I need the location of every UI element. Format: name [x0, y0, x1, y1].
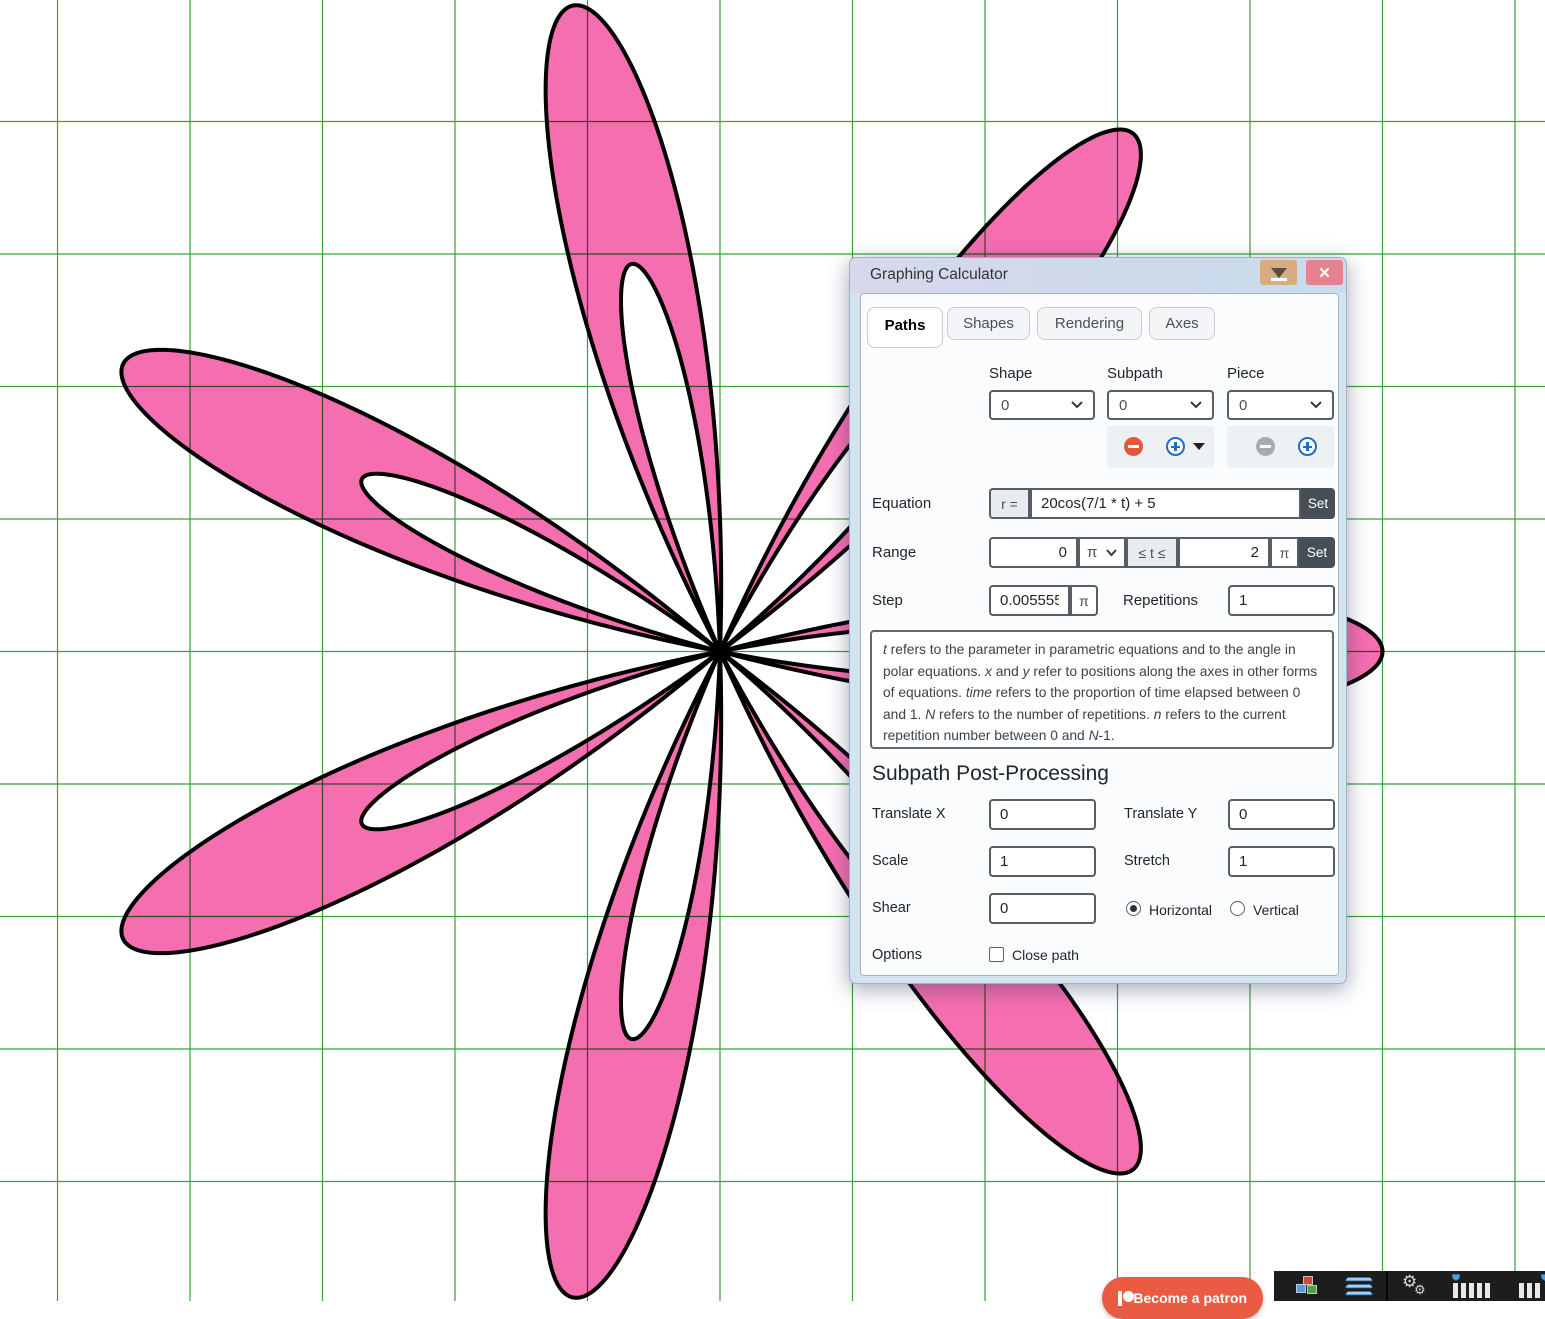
- translate-x-input[interactable]: [989, 799, 1096, 830]
- horizontal-label: Horizontal: [1149, 902, 1212, 918]
- subpath-label: Subpath: [1107, 365, 1163, 382]
- range-label: Range: [872, 544, 916, 561]
- chevron-down-icon: [1190, 401, 1202, 409]
- piece-select-value: 0: [1239, 397, 1247, 414]
- range-min-input[interactable]: [989, 537, 1078, 568]
- close-path-checkbox[interactable]: [989, 947, 1004, 962]
- shape-label: Shape: [989, 365, 1032, 382]
- dialog-titlebar[interactable]: Graphing Calculator ✕: [850, 258, 1346, 293]
- translate-y-input[interactable]: [1228, 799, 1335, 830]
- piano-keys-icon-partial[interactable]: [1518, 1274, 1545, 1298]
- dialog-title: Graphing Calculator: [870, 266, 1008, 284]
- range-set-button[interactable]: Set: [1299, 537, 1335, 568]
- scale-input[interactable]: [989, 846, 1096, 877]
- range-between-label: ≤ t ≤: [1126, 537, 1178, 568]
- patreon-icon: [1118, 1291, 1124, 1306]
- piece-select[interactable]: 0: [1227, 390, 1334, 420]
- add-piece-button[interactable]: [1298, 437, 1317, 456]
- dialog-panel: Paths Shapes Rendering Axes Shape Subpat…: [860, 293, 1339, 976]
- vertical-radio[interactable]: [1230, 901, 1245, 916]
- post-processing-heading: Subpath Post-Processing: [872, 762, 1109, 786]
- shape-select[interactable]: 0: [989, 390, 1095, 420]
- equation-label: Equation: [872, 495, 931, 512]
- stretch-input[interactable]: [1228, 846, 1335, 877]
- app-canvas: Graphing Calculator ✕ Paths Shapes Rende…: [0, 0, 1545, 1301]
- shear-input[interactable]: [989, 893, 1096, 924]
- stretch-label: Stretch: [1124, 853, 1170, 869]
- subpath-select[interactable]: 0: [1107, 390, 1214, 420]
- add-subpath-menu-caret[interactable]: [1193, 443, 1205, 450]
- step-unit: π: [1070, 585, 1098, 616]
- chevron-down-icon: [1071, 401, 1083, 409]
- piece-label: Piece: [1227, 365, 1265, 382]
- range-min-unit-value: π: [1087, 544, 1097, 561]
- collapse-button[interactable]: [1260, 260, 1297, 285]
- range-max-unit: π: [1270, 537, 1299, 568]
- toolbar-divider: [1386, 1271, 1388, 1301]
- tab-shapes[interactable]: Shapes: [947, 307, 1030, 340]
- scale-label: Scale: [872, 853, 908, 869]
- repetitions-input[interactable]: [1228, 585, 1335, 616]
- close-icon: ✕: [1318, 264, 1331, 282]
- piano-keys-icon[interactable]: [1452, 1274, 1492, 1298]
- cubes-icon[interactable]: [1296, 1276, 1318, 1295]
- chevron-down-icon: [1106, 549, 1117, 557]
- remove-subpath-button[interactable]: [1124, 437, 1143, 456]
- repetitions-label: Repetitions: [1123, 592, 1198, 609]
- options-label: Options: [872, 947, 922, 963]
- translate-y-label: Translate Y: [1124, 806, 1197, 822]
- equation-set-button[interactable]: Set: [1301, 488, 1335, 519]
- become-a-patron-button[interactable]: Become a patron: [1102, 1277, 1263, 1319]
- graphing-calculator-dialog: Graphing Calculator ✕ Paths Shapes Rende…: [849, 257, 1347, 984]
- remove-piece-button[interactable]: [1256, 437, 1275, 456]
- shape-select-value: 0: [1001, 397, 1009, 414]
- step-input[interactable]: [989, 585, 1070, 616]
- vertical-label: Vertical: [1253, 902, 1299, 918]
- add-subpath-button[interactable]: [1166, 437, 1185, 456]
- tab-paths[interactable]: Paths: [867, 307, 943, 348]
- collapse-funnel-icon: [1271, 268, 1287, 278]
- step-label: Step: [872, 592, 903, 609]
- bottom-toolbar: ⚙ ⚙: [1274, 1271, 1545, 1301]
- patron-button-label: Become a patron: [1133, 1290, 1247, 1306]
- tab-axes[interactable]: Axes: [1149, 307, 1215, 340]
- horizontal-radio[interactable]: [1126, 901, 1141, 916]
- subpath-actions: [1107, 426, 1214, 468]
- shear-label: Shear: [872, 900, 911, 916]
- piece-actions: [1227, 426, 1334, 468]
- layers-icon[interactable]: [1346, 1275, 1372, 1297]
- close-path-label: Close path: [1012, 947, 1079, 963]
- subpath-select-value: 0: [1119, 397, 1127, 414]
- chevron-down-icon: [1310, 401, 1322, 409]
- parameter-help-text: t refers to the parameter in parametric …: [870, 630, 1334, 749]
- gears-icon[interactable]: ⚙ ⚙: [1402, 1273, 1432, 1299]
- range-min-unit-select[interactable]: π: [1078, 537, 1126, 568]
- translate-x-label: Translate X: [872, 806, 946, 822]
- equation-input[interactable]: [1030, 488, 1301, 519]
- equation-prefix: r =: [989, 488, 1030, 519]
- tab-rendering[interactable]: Rendering: [1037, 307, 1142, 340]
- close-button[interactable]: ✕: [1306, 260, 1343, 285]
- range-max-input[interactable]: [1178, 537, 1270, 568]
